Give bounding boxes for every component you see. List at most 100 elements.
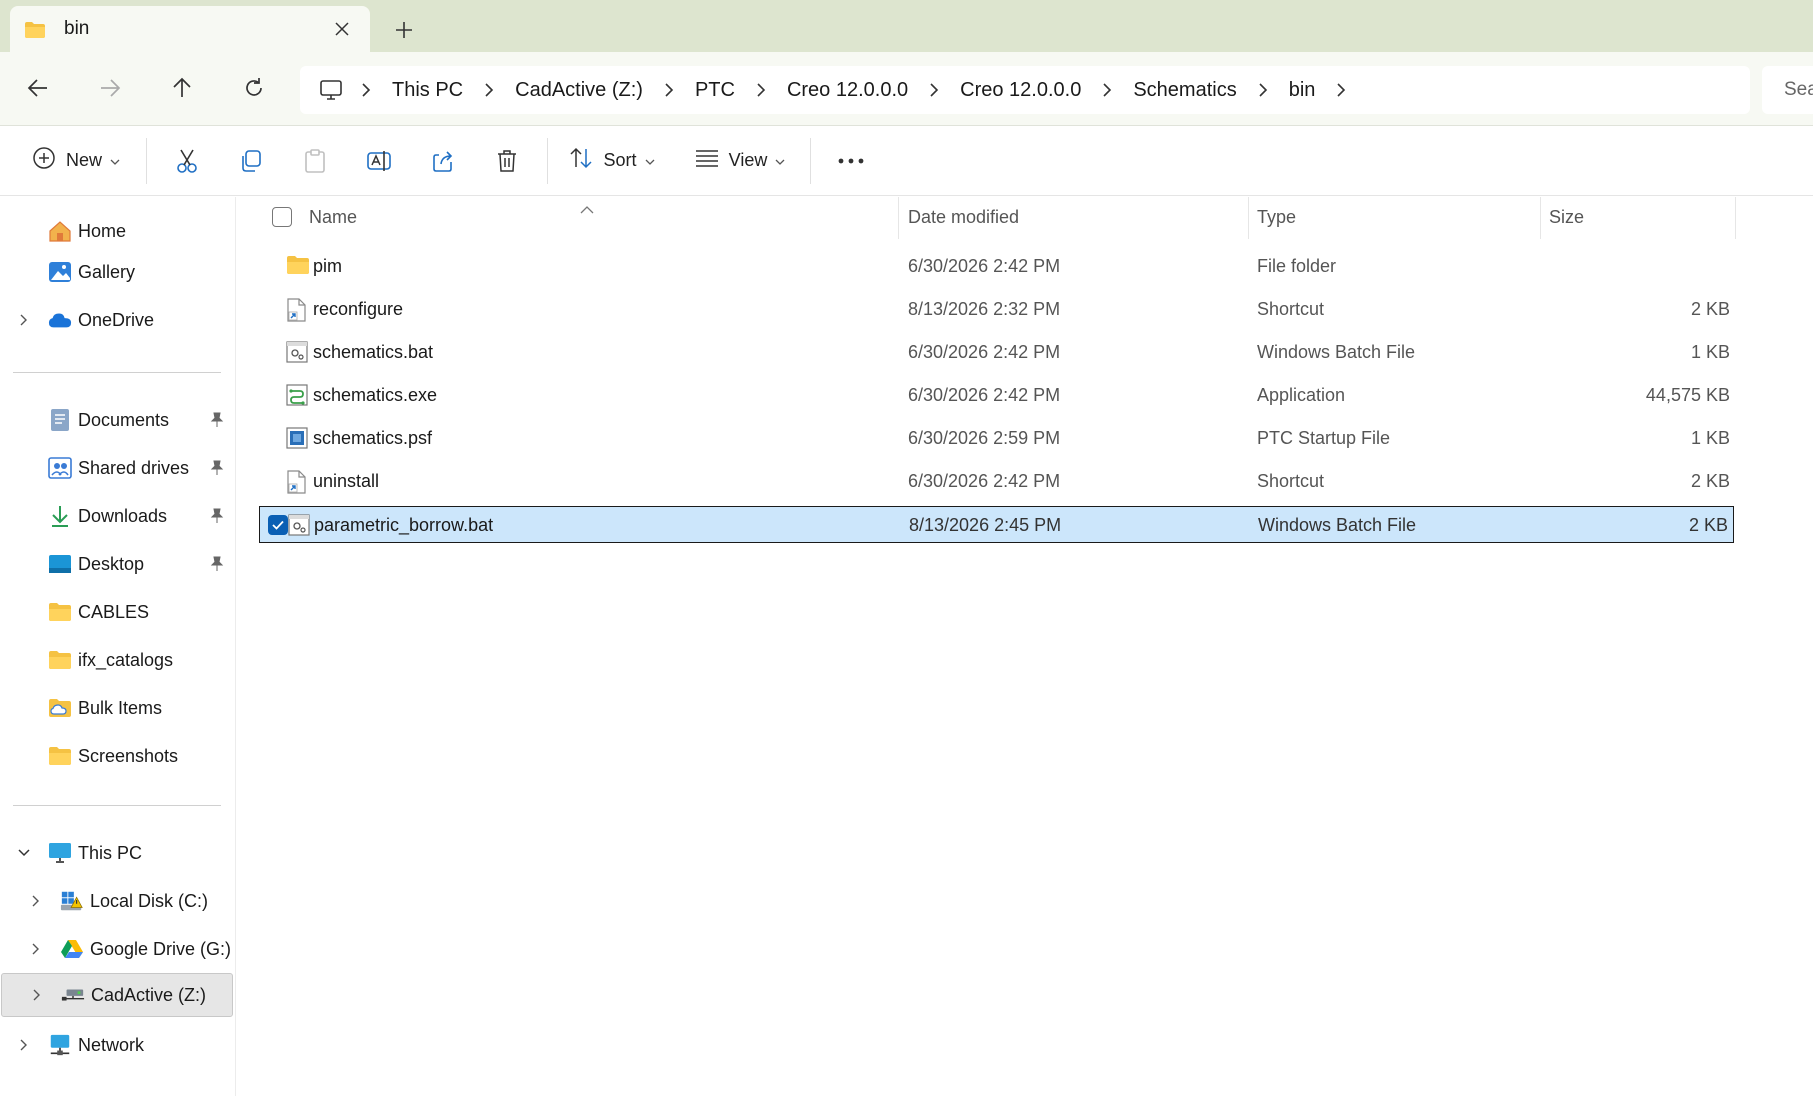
copy-icon[interactable] [219, 136, 283, 186]
file-name[interactable]: parametric_borrow.bat [314, 515, 493, 536]
sort-button[interactable]: Sort [556, 136, 668, 186]
file-list: Name Date modified Type Size pim 6/30/20… [238, 197, 1813, 1096]
more-options-icon[interactable] [819, 136, 883, 186]
tab-strip: bin [0, 0, 1813, 52]
breadcrumb-cadactive[interactable]: CadActive (Z:) [501, 79, 657, 102]
view-button[interactable]: View [678, 136, 802, 186]
column-header-date[interactable]: Date modified [908, 207, 1019, 228]
sidebar-item-network[interactable]: Network [0, 1023, 232, 1067]
file-date: 6/30/2026 2:59 PM [908, 428, 1061, 448]
sidebar-item-google-drive[interactable]: Google Drive (G:) [0, 927, 232, 971]
sort-icon [569, 147, 593, 174]
chevron-right-icon[interactable] [477, 78, 501, 102]
pin-icon[interactable] [208, 411, 226, 429]
desktop-icon [48, 552, 72, 576]
breadcrumb-schematics[interactable]: Schematics [1119, 79, 1250, 102]
tab-bin[interactable]: bin [10, 6, 370, 52]
file-name[interactable]: uninstall [313, 471, 379, 492]
chevron-right-icon[interactable] [922, 78, 946, 102]
delete-icon[interactable] [475, 136, 539, 186]
chevron-right-icon[interactable] [15, 311, 33, 329]
pin-icon[interactable] [208, 555, 226, 573]
cut-icon[interactable] [155, 136, 219, 186]
file-row[interactable]: reconfigure 8/13/2026 2:32 PM Shortcut 2… [258, 291, 1736, 328]
close-tab-icon[interactable] [322, 9, 362, 49]
sidebar-item-desktop[interactable]: Desktop [0, 542, 232, 586]
share-icon[interactable] [411, 136, 475, 186]
file-row[interactable]: schematics.bat 6/30/2026 2:42 PM Windows… [258, 334, 1736, 371]
sidebar-item-ifx-catalogs[interactable]: ifx_catalogs [0, 638, 232, 682]
file-row-selected[interactable]: parametric_borrow.bat 8/13/2026 2:45 PM … [259, 506, 1734, 543]
column-separator[interactable] [898, 197, 899, 239]
chevron-right-icon[interactable] [27, 940, 45, 958]
sidebar-item-home[interactable]: Home [0, 209, 232, 253]
sidebar-item-documents[interactable]: Documents [0, 398, 232, 442]
column-header-name[interactable]: Name [309, 207, 357, 228]
refresh-icon[interactable] [232, 66, 276, 110]
chevron-right-icon[interactable] [657, 78, 681, 102]
column-separator[interactable] [1735, 197, 1736, 239]
paste-icon[interactable] [283, 136, 347, 186]
sidebar-item-gallery[interactable]: Gallery [0, 250, 232, 294]
file-row[interactable]: uninstall 6/30/2026 2:42 PM Shortcut 2 K… [258, 463, 1736, 500]
address-bar[interactable]: This PC CadActive (Z:) PTC Creo 12.0.0.0… [300, 66, 1750, 114]
sidebar-item-cables[interactable]: CABLES [0, 590, 232, 634]
file-row[interactable]: pim 6/30/2026 2:42 PM File folder [258, 248, 1736, 285]
forward-icon[interactable] [88, 66, 132, 110]
select-all-checkbox[interactable] [272, 207, 292, 227]
chevron-down-icon[interactable] [15, 844, 33, 862]
new-tab-icon[interactable] [384, 10, 424, 50]
chevron-right-icon[interactable] [28, 986, 46, 1004]
chevron-right-icon[interactable] [354, 78, 378, 102]
column-header-size[interactable]: Size [1549, 207, 1584, 228]
rename-icon[interactable] [347, 136, 411, 186]
computer-icon[interactable] [318, 78, 344, 102]
shortcut-icon [286, 298, 308, 322]
file-row[interactable]: schematics.exe 6/30/2026 2:42 PM Applica… [258, 377, 1736, 414]
sidebar-item-downloads[interactable]: Downloads [0, 494, 232, 538]
up-icon[interactable] [160, 66, 204, 110]
tab-title: bin [64, 18, 90, 39]
sidebar-item-this-pc[interactable]: This PC [0, 831, 232, 875]
pin-icon[interactable] [208, 507, 226, 525]
new-button[interactable]: New [14, 136, 138, 186]
sidebar-item-cadactive[interactable]: CadActive (Z:) [1, 973, 233, 1017]
sidebar-item-screenshots[interactable]: Screenshots [0, 734, 232, 778]
sidebar-item-label: Documents [78, 409, 170, 430]
network-icon [48, 1033, 72, 1057]
chevron-right-icon[interactable] [749, 78, 773, 102]
file-name[interactable]: schematics.exe [313, 385, 437, 406]
chevron-right-icon[interactable] [27, 892, 45, 910]
sidebar-item-bulk-items[interactable]: Bulk Items [0, 686, 232, 730]
back-icon[interactable] [16, 66, 60, 110]
file-name[interactable]: schematics.psf [313, 428, 432, 449]
breadcrumb-this-pc[interactable]: This PC [378, 79, 477, 102]
file-size: 1 KB [1690, 428, 1730, 448]
file-name[interactable]: reconfigure [313, 299, 403, 320]
search-input[interactable]: Sea [1762, 66, 1813, 114]
file-row[interactable]: schematics.psf 6/30/2026 2:59 PM PTC Sta… [258, 420, 1736, 457]
breadcrumb-creo-1[interactable]: Creo 12.0.0.0 [773, 79, 922, 102]
breadcrumb-creo-2[interactable]: Creo 12.0.0.0 [946, 79, 1095, 102]
file-size: 2 KB [1690, 471, 1730, 491]
column-header-type[interactable]: Type [1257, 207, 1296, 228]
chevron-right-icon[interactable] [1095, 78, 1119, 102]
column-separator[interactable] [1540, 197, 1541, 239]
breadcrumb-ptc[interactable]: PTC [681, 79, 749, 102]
row-checkbox-checked[interactable] [268, 515, 288, 535]
command-bar: New Sort View [0, 126, 1813, 196]
pin-icon[interactable] [208, 459, 226, 477]
shortcut-icon [286, 470, 308, 494]
chevron-down-icon [110, 150, 120, 171]
sidebar-item-local-disk[interactable]: Local Disk (C:) [0, 879, 232, 923]
file-name[interactable]: pim [313, 256, 342, 277]
sidebar-item-label: ifx_catalogs [78, 649, 174, 670]
column-separator[interactable] [1248, 197, 1249, 239]
sidebar-item-shared-drives[interactable]: Shared drives [0, 446, 232, 490]
chevron-right-icon[interactable] [1251, 78, 1275, 102]
breadcrumb-bin[interactable]: bin [1275, 79, 1330, 102]
sidebar-item-onedrive[interactable]: OneDrive [0, 298, 232, 342]
file-name[interactable]: schematics.bat [313, 342, 433, 363]
chevron-right-icon[interactable] [1329, 78, 1353, 102]
chevron-right-icon[interactable] [15, 1036, 33, 1054]
